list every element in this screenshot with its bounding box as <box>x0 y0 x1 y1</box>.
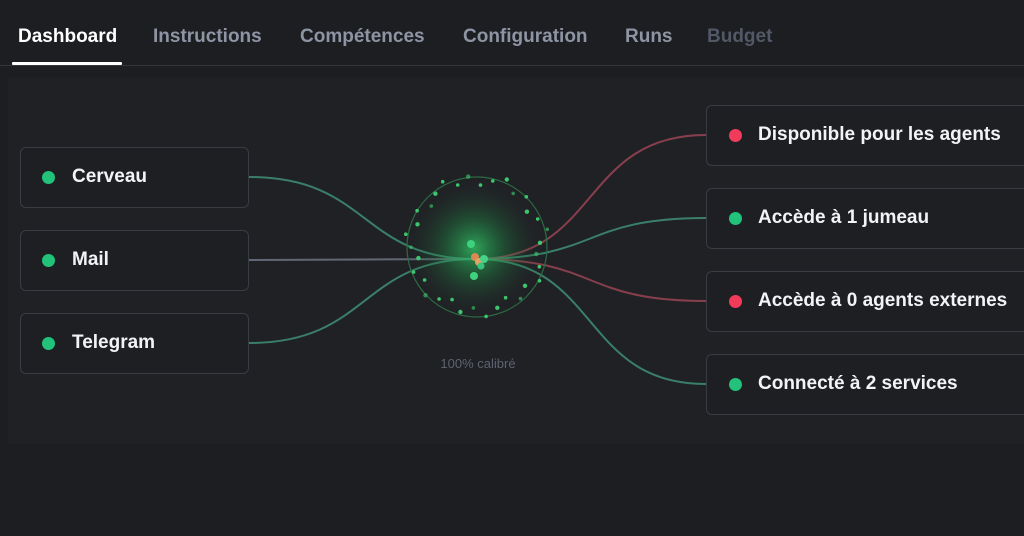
orbit-dot <box>537 240 543 245</box>
orbit-dot <box>511 191 515 196</box>
orbit-dot <box>535 217 540 221</box>
status-dot <box>729 212 742 225</box>
orbit-dot <box>416 255 421 261</box>
orbit-dot <box>491 179 495 183</box>
orbit-dot <box>471 306 476 310</box>
orbit-dot <box>437 297 441 301</box>
orbit-dot <box>484 314 488 319</box>
status-dot <box>729 295 742 308</box>
node-label: Accède à 1 jumeau <box>758 207 930 228</box>
output-node-agents-externes[interactable]: Accède à 0 agents externes <box>706 271 1024 332</box>
orbit-dot <box>458 309 463 315</box>
node-label: Disponible pour les agents <box>758 124 1001 145</box>
status-dot <box>729 129 742 142</box>
node-label: Connecté à 2 services <box>758 373 958 394</box>
node-label: Telegram <box>72 332 156 353</box>
orbit-dot <box>534 251 539 257</box>
node-label: Accède à 0 agents externes <box>758 290 1008 311</box>
orbit-dot <box>466 174 471 179</box>
calibration-label: 100% calibré <box>440 356 516 371</box>
status-dot <box>42 337 55 350</box>
orbit-dot <box>415 208 419 213</box>
orbit-dot <box>545 227 550 232</box>
status-dot <box>729 378 742 391</box>
orbit-dot <box>503 295 508 300</box>
orbit-dot <box>524 195 529 199</box>
input-node-cerveau[interactable]: Cerveau <box>20 147 249 208</box>
input-node-mail[interactable]: Mail <box>20 230 249 291</box>
orbit-dot <box>433 191 438 196</box>
orbit-dot <box>518 296 523 301</box>
output-node-disponible-agents[interactable]: Disponible pour les agents <box>706 105 1024 166</box>
orbit-dot <box>415 222 420 227</box>
orbit-dot <box>429 204 434 208</box>
orbit-dot <box>537 264 542 269</box>
orbit-dot <box>423 293 428 298</box>
orbit-dot <box>524 209 530 214</box>
status-dot <box>42 171 55 184</box>
orbit-dot <box>504 177 509 182</box>
node-label: Cerveau <box>72 166 147 187</box>
orbit-dot <box>450 297 454 302</box>
status-dot <box>42 254 55 267</box>
orbit-dot <box>422 278 427 282</box>
output-node-jumeau[interactable]: Accède à 1 jumeau <box>706 188 1024 249</box>
node-label: Mail <box>72 249 109 270</box>
orbit-dot <box>478 183 483 187</box>
orbit-dot <box>522 283 528 288</box>
orbit-dot <box>537 279 542 283</box>
output-node-services[interactable]: Connecté à 2 services <box>706 354 1024 415</box>
orbit-dot <box>495 305 500 310</box>
orbit-dot <box>455 183 460 187</box>
orbit-dot <box>440 179 445 184</box>
orbit-dot <box>409 245 413 250</box>
orbit-dot <box>404 232 408 236</box>
orbit-dot <box>411 270 416 274</box>
input-node-telegram[interactable]: Telegram <box>20 313 249 374</box>
